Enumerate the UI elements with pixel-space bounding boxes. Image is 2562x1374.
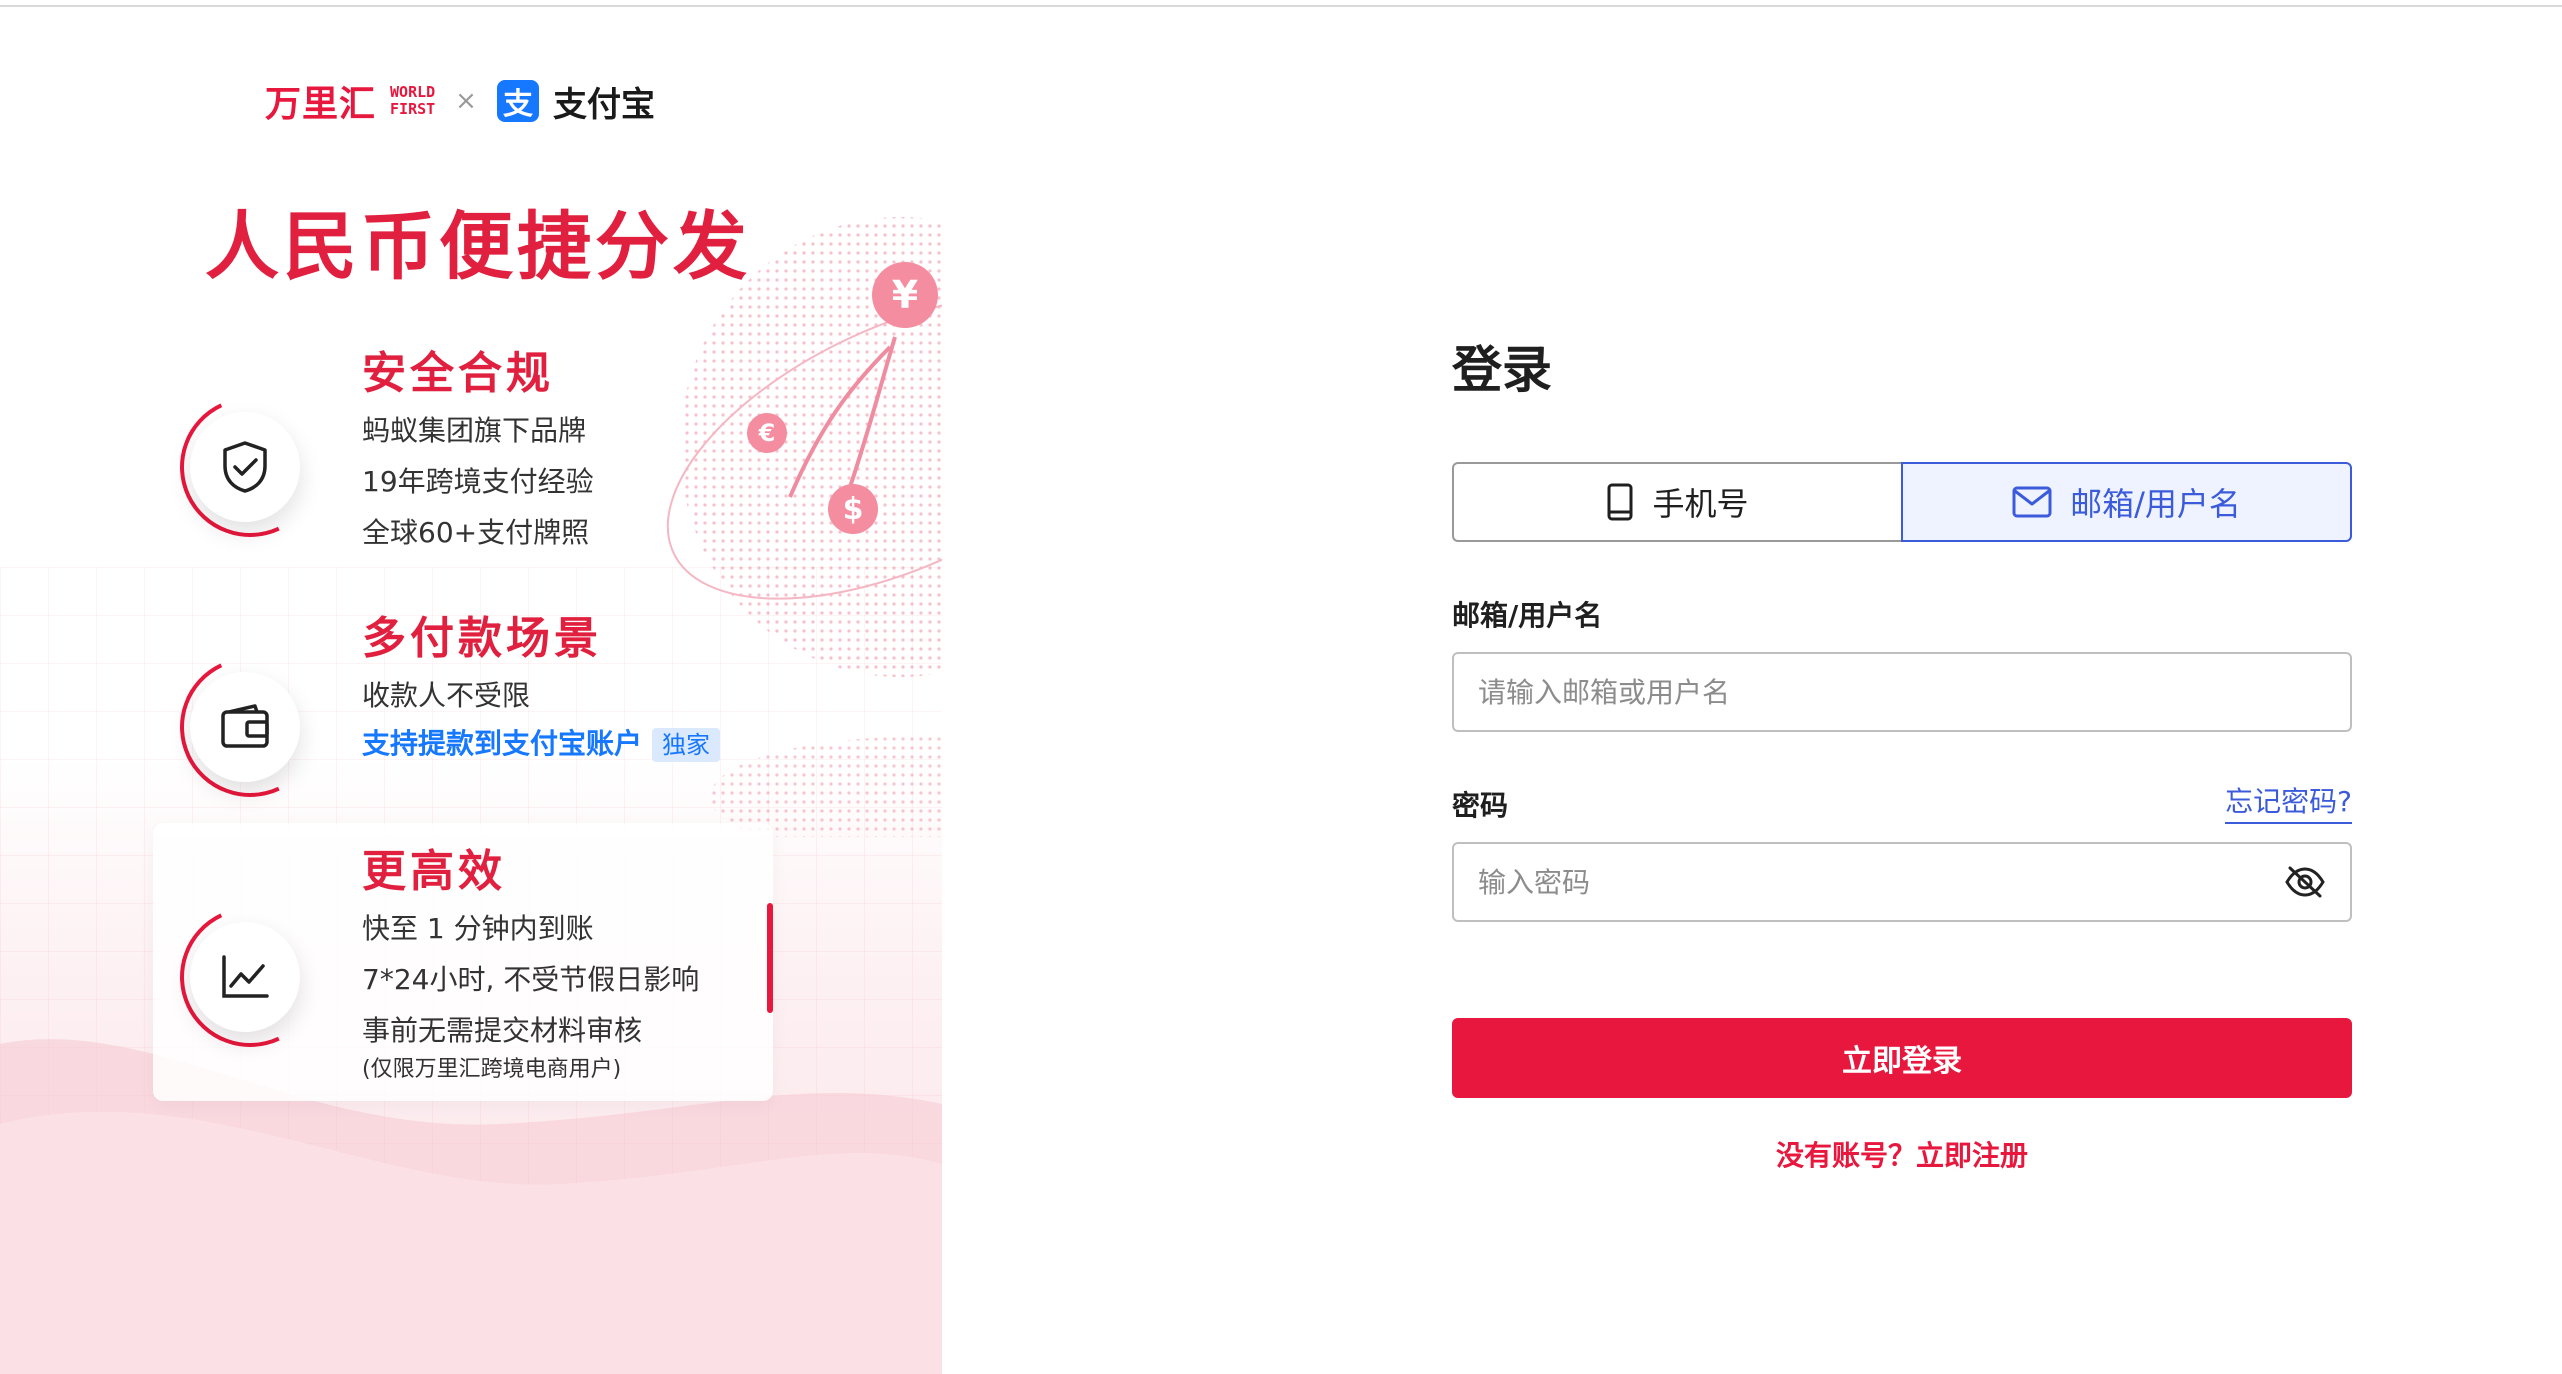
feature-line: 19年跨境支付经验 <box>362 465 594 498</box>
feature-line: 事前无需提交材料审核 <box>362 1014 643 1047</box>
euro-symbol: € <box>758 419 776 447</box>
dollar-coin-icon: $ <box>828 484 878 534</box>
feature-note: (仅限万里汇跨境电商用户) <box>362 1057 622 1082</box>
wallet-icon <box>221 704 269 748</box>
dollar-symbol: $ <box>842 491 864 527</box>
shield-check-icon <box>223 441 267 493</box>
feature-line: 快至 1 分钟内到账 <box>362 912 594 945</box>
alipay-logo-icon: 支 <box>496 80 539 122</box>
euro-coin-icon: € <box>747 413 787 453</box>
tab-email-username[interactable]: 邮箱/用户名 <box>1901 462 2352 542</box>
login-title: 登录 <box>1452 341 1552 399</box>
feature-line: 蚂蚁集团旗下品牌 <box>362 414 587 447</box>
feature-title: 多付款场景 <box>362 613 602 664</box>
trend-chart-icon <box>222 955 269 998</box>
promo-panel: ¥ € $ 万里汇 WORLD FIRST × 支 支付宝 人民币便捷分发 安全… <box>0 7 942 1374</box>
feature-line: 全球60+支付牌照 <box>362 516 590 549</box>
phone-icon <box>1607 483 1633 521</box>
password-field[interactable] <box>1452 842 2352 922</box>
feature-badge <box>190 922 300 1032</box>
feature-title: 安全合规 <box>362 348 554 399</box>
login-submit-button[interactable]: 立即登录 <box>1452 1018 2352 1098</box>
exclusive-tag: 独家 <box>652 728 721 762</box>
password-label-row: 密码 忘记密码? <box>1452 780 2352 824</box>
eye-off-icon[interactable] <box>2284 865 2326 899</box>
card-accent-bar <box>767 903 773 1013</box>
username-label: 邮箱/用户名 <box>1452 599 1603 632</box>
password-label: 密码 <box>1452 789 1509 822</box>
worldfirst-logo: 万里汇 <box>265 83 377 124</box>
feature-highlight-line: 支持提款到支付宝账户 独家 <box>362 722 721 762</box>
feature-badge <box>190 412 300 522</box>
feature-title: 更高效 <box>362 846 506 897</box>
hero-title: 人民币便捷分发 <box>205 204 751 290</box>
register-link[interactable]: 没有账号？立即注册 <box>1452 1134 2352 1174</box>
tab-email-label: 邮箱/用户名 <box>2070 485 2241 523</box>
password-input[interactable] <box>1478 865 2284 899</box>
login-form: 登录 手机号 邮箱/用户名 邮箱/用户名 密码 忘记密码? <box>1452 330 2352 1174</box>
forgot-password-link[interactable]: 忘记密码? <box>2225 780 2352 824</box>
tab-phone[interactable]: 手机号 <box>1452 462 1901 542</box>
alipay-withdraw-link: 支持提款到支付宝账户 <box>362 727 643 760</box>
login-method-tabs: 手机号 邮箱/用户名 <box>1452 462 2352 542</box>
feature-line: 7*24小时, 不受节假日影响 <box>362 963 700 996</box>
yuan-coin-icon: ¥ <box>872 262 938 328</box>
feature-badge <box>190 672 300 782</box>
username-input[interactable] <box>1478 675 2326 709</box>
brand-logos: 万里汇 WORLD FIRST × 支 支付宝 <box>265 75 655 127</box>
tab-phone-label: 手机号 <box>1652 485 1749 523</box>
feature-line: 收款人不受限 <box>362 679 531 712</box>
yuan-symbol: ¥ <box>891 273 919 317</box>
browser-top-border <box>0 0 2562 7</box>
mail-icon <box>2012 486 2052 518</box>
worldfirst-logo-en: WORLD FIRST <box>390 83 436 118</box>
brand-separator: × <box>455 86 477 116</box>
username-field[interactable] <box>1452 652 2352 732</box>
alipay-logo-text: 支付宝 <box>552 84 655 125</box>
